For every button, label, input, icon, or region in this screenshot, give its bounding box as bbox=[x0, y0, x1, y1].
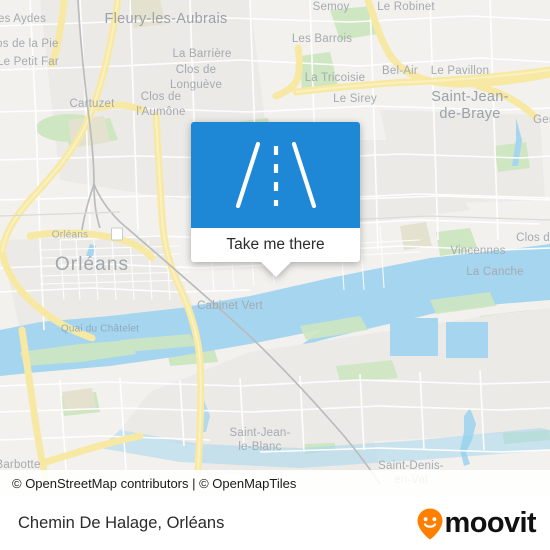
road-shield-icon bbox=[111, 227, 123, 241]
take-me-there-label: Take me there bbox=[226, 236, 325, 253]
popup-header bbox=[191, 122, 360, 228]
map-attribution-bar: © OpenStreetMap contributors | © OpenMap… bbox=[0, 470, 550, 497]
popup-pointer-tail bbox=[260, 262, 291, 277]
moovit-wordmark: moovit bbox=[444, 507, 537, 539]
moovit-smiley-pin-icon bbox=[417, 508, 443, 539]
road-icon bbox=[235, 141, 316, 209]
location-title: Chemin De Halage, Orléans bbox=[18, 514, 225, 532]
attribution-text: © OpenStreetMap contributors | © OpenMap… bbox=[12, 476, 297, 491]
footer-bar: Chemin De Halage, Orléans moovit bbox=[0, 497, 550, 550]
popup-action-bar[interactable]: Take me there bbox=[191, 228, 360, 262]
moovit-logo[interactable]: moovit bbox=[416, 507, 537, 541]
map-screenshot-root: es Aydes Fleury-les-Aubrais Semoy Le Robine… bbox=[0, 0, 550, 550]
take-me-there-popup[interactable]: Take me there bbox=[191, 122, 360, 277]
